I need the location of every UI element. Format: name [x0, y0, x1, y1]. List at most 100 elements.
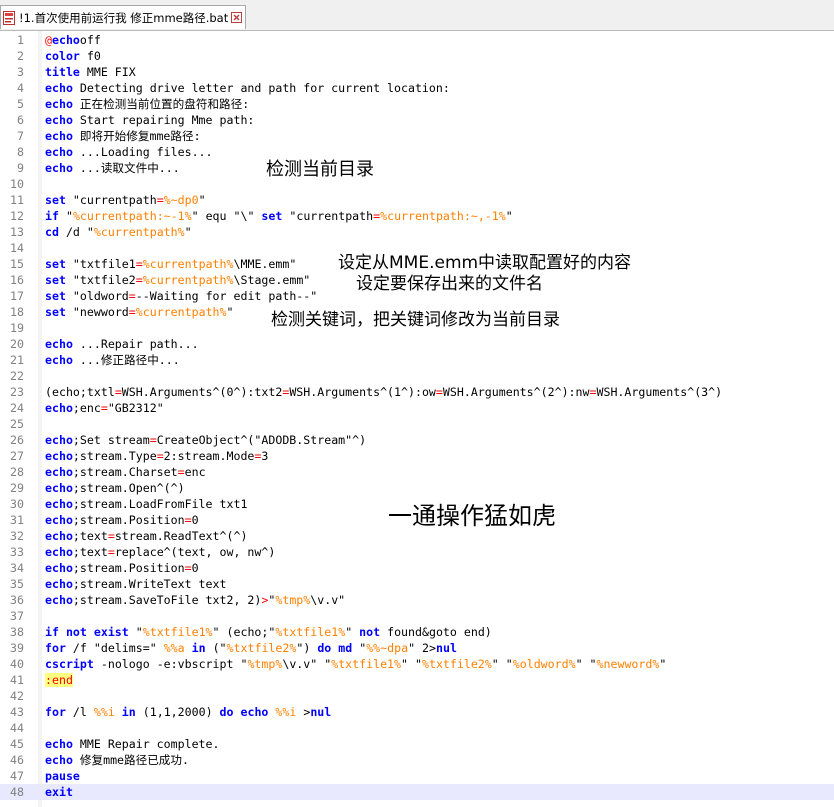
code-text: color f0	[45, 48, 101, 64]
code-token: /f "delims="	[65, 641, 164, 655]
code-text: exit	[45, 784, 73, 800]
code-line[interactable]: 36 echo;stream.SaveToFile txt2, 2)>"%tmp%…	[0, 592, 834, 608]
code-line[interactable]: 33 echo;text=replace^(text, ow, nw^)	[0, 544, 834, 560]
file-tab[interactable]: !1.首次使用前运行我 修正mme路径.bat	[0, 5, 246, 29]
code-line[interactable]: 34 echo;stream.Position=0	[0, 560, 834, 576]
code-line[interactable]: 3 title MME FIX	[0, 64, 834, 80]
code-line[interactable]: 7 echo 即将开始修复mme路径:	[0, 128, 834, 144]
code-token: echo	[45, 129, 73, 143]
code-line[interactable]: 2 color f0	[0, 48, 834, 64]
code-line[interactable]: 22	[0, 368, 834, 384]
code-token: ...修正路径中...	[72, 353, 180, 367]
code-token: cd	[45, 225, 59, 239]
code-token: title	[45, 65, 80, 79]
code-line[interactable]: 45 echo MME Repair complete.	[0, 736, 834, 752]
code-token: exit	[45, 785, 73, 799]
code-token: "	[505, 209, 513, 223]
code-line[interactable]: 29 echo;stream.Open^(^)	[0, 480, 834, 496]
code-line[interactable]: 35 echo;stream.WriteText text	[0, 576, 834, 592]
code-text: :end	[45, 672, 73, 688]
code-line[interactable]: 40 cscript -nologo -e:vbscript "%tmp%\v.v…	[0, 656, 834, 672]
code-token: "currentpath	[282, 209, 374, 223]
code-token: ;Set stream	[72, 433, 150, 447]
code-text: echo Start repairing Mme path:	[45, 112, 254, 128]
code-token: " "	[491, 657, 513, 671]
code-token: " 2>	[408, 641, 437, 655]
code-token: WSH.Arguments^(2^):nw	[442, 385, 590, 399]
code-text: echo;text=stream.ReadText^(^)	[45, 528, 247, 544]
code-token: WSH.Arguments^(0^):txt2	[121, 385, 283, 399]
code-token: ;text	[72, 545, 108, 559]
code-token: \Stage.emm"	[233, 273, 311, 287]
code-line[interactable]: 26 echo;Set stream=CreateObject^("ADODB.S…	[0, 432, 834, 448]
code-line[interactable]: 8 echo ...Loading files...	[0, 144, 834, 160]
code-line[interactable]: 42	[0, 688, 834, 704]
close-icon[interactable]	[231, 12, 243, 23]
code-line[interactable]: 11 set "currentpath=%~dp0"	[0, 192, 834, 208]
code-line[interactable]: 4 echo Detecting drive letter and path fo…	[0, 80, 834, 96]
code-line[interactable]: 41:end	[0, 672, 834, 688]
code-line[interactable]: 6 echo Start repairing Mme path:	[0, 112, 834, 128]
code-token: replace^(text, ow, nw^)	[114, 545, 276, 559]
code-line[interactable]: 23 (echo;txtl=WSH.Arguments^(0^):txt2=WSH…	[0, 384, 834, 400]
code-token: if	[45, 209, 59, 223]
code-text: echo 修复mme路径已成功.	[45, 752, 189, 768]
code-line[interactable]: 10	[0, 176, 834, 192]
code-line[interactable]: 48 exit	[0, 784, 834, 800]
code-token: Start repairing Mme path:	[72, 113, 255, 127]
code-token: echo	[45, 113, 73, 127]
code-token: =	[149, 433, 157, 447]
code-token: CreateObject^("ADODB.Stream"^)	[156, 433, 367, 447]
code-line[interactable]: 20 echo ...Repair path...	[0, 336, 834, 352]
code-token: echo	[45, 449, 73, 463]
code-line[interactable]: 27 echo;stream.Type=2:stream.Mode=3	[0, 448, 834, 464]
annotation-save-file: 设定要保存出来的文件名	[356, 274, 543, 294]
code-token: \v.v"	[310, 593, 346, 607]
code-token: in	[114, 705, 136, 719]
code-line[interactable]: 28 echo;stream.Charset=enc	[0, 464, 834, 480]
code-text: echo;stream.WriteText text	[45, 576, 226, 592]
code-line[interactable]: 37	[0, 608, 834, 624]
code-token: (1,1,2000)	[135, 705, 220, 719]
line-number: 17	[10, 289, 24, 303]
code-editor[interactable]: 1 @echooff 2 color f0 3 title MME FIX 4 echo De…	[0, 31, 834, 807]
code-text: echo ...读取文件中...	[45, 160, 180, 176]
line-number: 28	[10, 465, 24, 479]
code-line[interactable]: 25	[0, 416, 834, 432]
code-token: %txtfile1%	[331, 657, 402, 671]
code-token: if not exist	[45, 625, 129, 639]
code-line[interactable]: 46 echo 修复mme路径已成功.	[0, 752, 834, 768]
code-text: cd /d "%currentpath%"	[45, 224, 192, 240]
code-token: /l	[65, 705, 94, 719]
code-line[interactable]: 38 if not exist "%txtfile1%" (echo;"%txtf…	[0, 624, 834, 640]
code-token: "	[659, 657, 667, 671]
line-number: 38	[10, 625, 24, 639]
code-text: set "currentpath=%~dp0"	[45, 192, 206, 208]
annotation-detect-dir: 检测当前目录	[266, 159, 374, 180]
code-token: MME Repair complete.	[72, 737, 220, 751]
code-line[interactable]: 5 echo 正在检测当前位置的盘符和路径:	[0, 96, 834, 112]
line-number: 32	[10, 529, 24, 543]
code-token: found&goto end)	[380, 625, 492, 639]
code-text: echo;Set stream=CreateObject^("ADODB.Str…	[45, 432, 366, 448]
code-token: 修复mme路径已成功.	[72, 753, 189, 767]
code-line[interactable]: 12 if "%currentpath:~-1%" equ "\" set "cu…	[0, 208, 834, 224]
code-line[interactable]: 39 for /f "delims=" %%a in ("%txtfile2%")…	[0, 640, 834, 656]
code-line[interactable]: 21 echo ...修正路径中...	[0, 352, 834, 368]
code-line[interactable]: 43 for /l %%i in (1,1,2000) do echo %%i >…	[0, 704, 834, 720]
code-line[interactable]: 24 echo;enc="GB2312"	[0, 400, 834, 416]
line-number: 35	[10, 577, 24, 591]
line-number: 37	[10, 609, 24, 623]
code-text: echo;stream.SaveToFile txt2, 2)>"%tmp%\v…	[45, 592, 345, 608]
code-token: %currentpath%	[93, 225, 185, 239]
code-token: "	[345, 625, 360, 639]
code-token: "txtfile1	[65, 257, 136, 271]
code-token: echo	[45, 497, 73, 511]
code-line[interactable]: 44	[0, 720, 834, 736]
code-text: set "newword=%currentpath%"	[45, 304, 234, 320]
code-line[interactable]: 13 cd /d "%currentpath%"	[0, 224, 834, 240]
code-line[interactable]: 1 @echooff	[0, 32, 834, 48]
code-token: =	[184, 513, 192, 527]
code-line[interactable]: 47 pause	[0, 768, 834, 784]
code-line[interactable]: 9 echo ...读取文件中...	[0, 160, 834, 176]
